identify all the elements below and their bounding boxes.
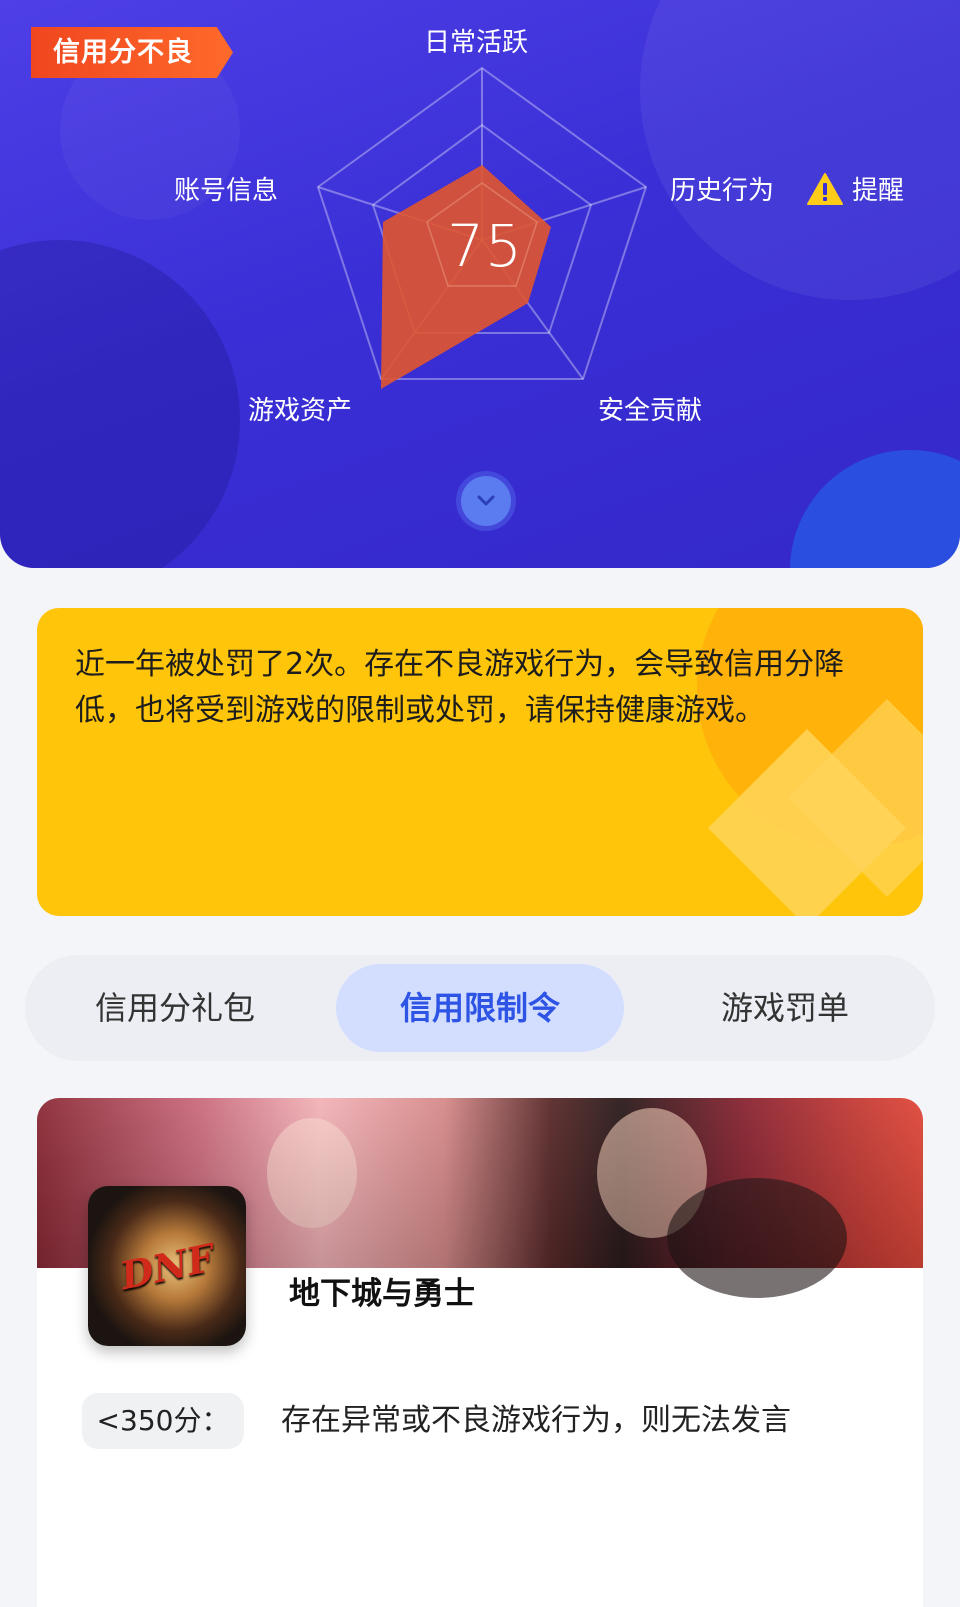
radar-label-account-info: 账号信息 [174, 176, 279, 206]
game-restriction-card[interactable]: DNF 地下城与勇士 <350分： 存在异常或不良游戏行为，则无法发言 [37, 1098, 923, 1607]
chevron-down-icon [477, 495, 495, 506]
warning-label: 提醒 [852, 176, 905, 206]
radar-label-history-behavior: 历史行为 [670, 176, 775, 206]
tab-credit-restriction[interactable]: 信用限制令 [336, 964, 624, 1052]
restriction-rule-text: 存在异常或不良游戏行为，则无法发言 [281, 1403, 791, 1438]
game-name: 地下城与勇士 [289, 1276, 475, 1312]
expand-button[interactable] [461, 476, 511, 526]
history-warning[interactable]: 提醒 [806, 170, 904, 207]
tab-credit-gift[interactable]: 信用分礼包 [65, 964, 285, 1052]
game-logo-text: DNF [116, 1234, 218, 1298]
warning-icon [807, 172, 843, 205]
score-threshold-tag: <350分： [82, 1393, 244, 1449]
credit-tabs: 信用分礼包 信用限制令 游戏罚单 [25, 955, 935, 1061]
radar-label-daily-activity: 日常活跃 [424, 28, 529, 58]
game-logo: DNF [88, 1186, 246, 1346]
radar-label-game-assets: 游戏资产 [248, 396, 353, 426]
credit-hero: 信用分不良 日常活跃 账号信息 历史行为 游戏资产 安全贡献 提醒 75 [0, 0, 960, 568]
tab-game-penalty[interactable]: 游戏罚单 [665, 964, 905, 1052]
penalty-notice: 近一年被处罚了2次。存在不良游戏行为，会导致信用分降低，也将受到游戏的限制或处罚… [37, 608, 923, 916]
credit-score: 75 [447, 212, 523, 280]
radar-label-security-contribution: 安全贡献 [598, 396, 703, 426]
notice-text: 近一年被处罚了2次。存在不良游戏行为，会导致信用分降低，也将受到游戏的限制或处罚… [75, 647, 845, 728]
